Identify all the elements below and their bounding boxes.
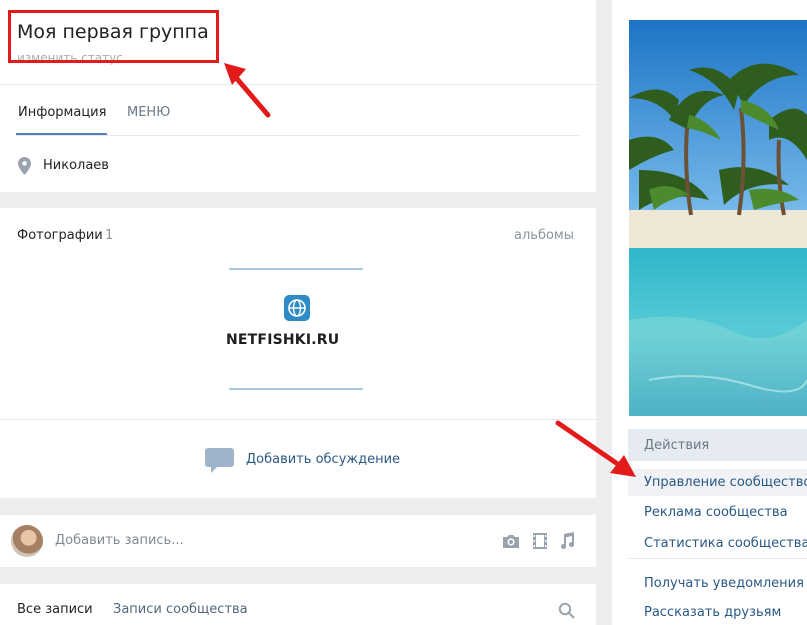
manage-community-item[interactable]: Управление сообществом xyxy=(644,475,807,490)
actions-menu: Управление сообществом Реклама сообществ… xyxy=(612,461,807,625)
notifications-item[interactable]: Получать уведомления xyxy=(644,576,804,591)
community-stats-item[interactable]: Статистика сообщества xyxy=(644,536,807,551)
logo-top-line xyxy=(229,268,363,270)
photo-logo-text[interactable]: NETFISHKI.RU xyxy=(226,332,366,348)
photos-count: 1 xyxy=(105,228,114,243)
divider xyxy=(628,558,807,559)
post-composer: Добавить запись... xyxy=(0,515,596,567)
photos-title[interactable]: Фотографии xyxy=(17,228,103,243)
add-post-input[interactable]: Добавить запись... xyxy=(55,533,184,548)
logo-bottom-line xyxy=(229,388,363,390)
divider xyxy=(0,419,596,420)
tab-information[interactable]: Информация xyxy=(18,105,106,120)
tell-friends-item[interactable]: Рассказать друзьям xyxy=(644,605,781,620)
tab-all-posts[interactable]: Все записи xyxy=(17,602,93,617)
actions-title: Действия xyxy=(644,438,710,453)
search-icon[interactable] xyxy=(558,602,575,619)
tab-menu[interactable]: МЕНЮ xyxy=(127,105,170,120)
avatar[interactable] xyxy=(11,525,43,557)
divider xyxy=(16,135,580,136)
wall-tabs: Все записи Записи сообщества xyxy=(0,584,596,625)
globe-icon[interactable] xyxy=(284,295,310,321)
actions-header: Действия xyxy=(628,429,807,461)
city-label: Николаев xyxy=(43,158,109,173)
location-pin-icon xyxy=(18,157,31,175)
cover-card xyxy=(612,0,807,494)
add-discussion-button[interactable]: Добавить обсуждение xyxy=(246,452,400,467)
community-ads-item[interactable]: Реклама сообщества xyxy=(644,505,788,520)
camera-icon[interactable] xyxy=(501,531,521,551)
cover-image[interactable] xyxy=(629,20,807,416)
photos-card: Фотографии 1 альбомы NETFISHKI.RU Добави… xyxy=(0,208,596,498)
divider xyxy=(0,84,596,85)
video-icon[interactable] xyxy=(530,531,550,551)
music-icon[interactable] xyxy=(557,531,577,551)
title-highlight-box xyxy=(8,10,219,63)
discussion-icon[interactable] xyxy=(205,448,234,474)
tab-community-posts[interactable]: Записи сообщества xyxy=(113,602,248,617)
albums-link[interactable]: альбомы xyxy=(514,228,574,243)
group-header-card: Моя первая группа изменить статус Информ… xyxy=(0,0,596,192)
